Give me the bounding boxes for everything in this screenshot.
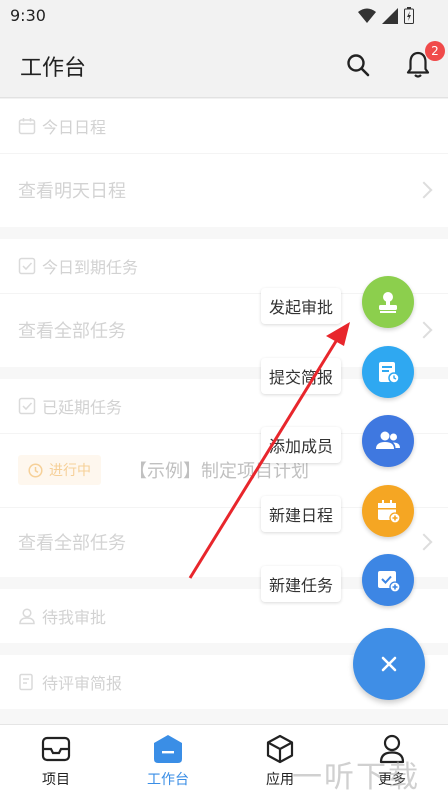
add-member-button[interactable] — [362, 415, 414, 467]
status-time: 9:30 — [10, 6, 46, 25]
fab-label-submit-report[interactable]: 提交简报 — [261, 358, 342, 394]
calendar-add-icon — [378, 500, 401, 524]
status-bar: 9:30 — [0, 0, 448, 32]
stamp-icon — [379, 292, 397, 313]
signal-icon — [382, 7, 398, 24]
fab-label-new-schedule[interactable]: 新建日程 — [261, 496, 342, 532]
watermark-text: 一听下载 — [292, 760, 420, 795]
close-fab-button[interactable] — [353, 628, 425, 700]
fab-label-start-approval[interactable]: 发起审批 — [261, 288, 342, 324]
notification-badge: 2 — [425, 41, 445, 61]
new-schedule-button[interactable] — [362, 485, 414, 537]
fab-label-new-task[interactable]: 新建任务 — [261, 566, 342, 602]
app-bar: 工作台 2 — [0, 32, 448, 98]
people-icon — [376, 431, 400, 449]
submit-report-button[interactable] — [362, 346, 414, 398]
workbench-icon — [154, 735, 182, 763]
search-icon[interactable] — [345, 52, 371, 78]
cube-icon — [266, 734, 294, 764]
status-icons — [358, 7, 414, 24]
task-add-icon — [378, 571, 401, 593]
inbox-icon — [41, 736, 71, 762]
page-title: 工作台 — [20, 56, 87, 81]
tab-workbench-label: 工作台 — [147, 772, 189, 788]
start-approval-button[interactable] — [362, 276, 414, 328]
battery-icon — [404, 7, 414, 24]
report-icon — [379, 362, 400, 384]
new-task-button[interactable] — [362, 554, 414, 606]
tab-projects-label: 项目 — [42, 772, 70, 788]
fab-label-add-member[interactable]: 添加成员 — [261, 427, 342, 463]
wifi-icon — [358, 8, 376, 23]
tab-workbench[interactable]: 工作台 — [128, 733, 208, 789]
close-icon — [381, 656, 397, 672]
tab-projects[interactable]: 项目 — [16, 733, 96, 789]
